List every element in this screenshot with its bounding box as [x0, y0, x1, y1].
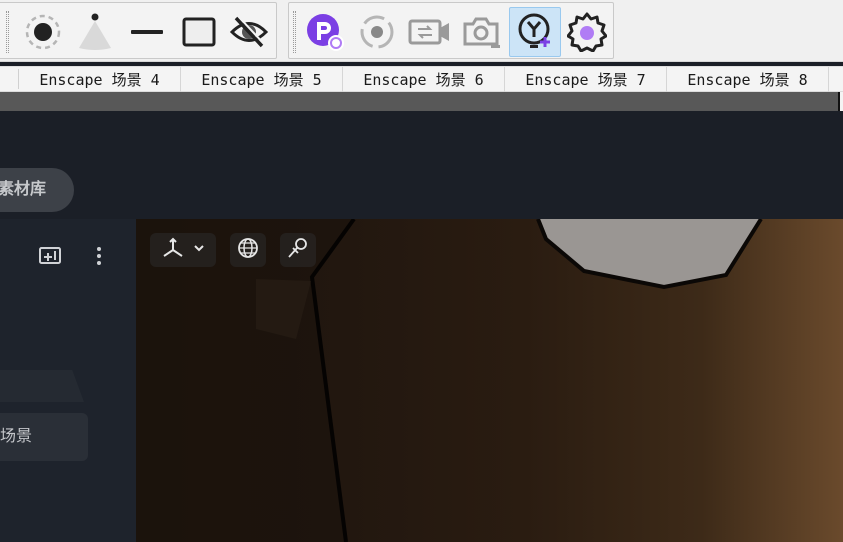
spot-light-button[interactable] [69, 7, 121, 57]
settings-gear-icon [567, 12, 607, 52]
scene-tab-6[interactable]: Enscape 场景 6 [343, 67, 505, 92]
line-light-icon [127, 12, 167, 52]
scene-tab-4[interactable]: Enscape 场景 4 [19, 67, 181, 92]
toolbar-grip[interactable] [293, 11, 296, 53]
left-panel: 场景 [0, 219, 136, 542]
plugin-sync-button[interactable] [299, 7, 351, 57]
rectangle-light-button[interactable] [173, 7, 225, 57]
add-screen-button[interactable] [38, 245, 64, 272]
plugin-sync-icon [305, 12, 345, 52]
host-viewport-strip [0, 92, 838, 111]
enscape-tools-group [288, 2, 614, 59]
render-viewport[interactable] [136, 219, 843, 542]
globe-icon [237, 237, 259, 264]
globe-button[interactable] [230, 233, 266, 267]
screenshot-button[interactable] [455, 7, 507, 57]
scene-list-item[interactable]: 场景 [0, 413, 88, 461]
hide-eye-icon [229, 12, 269, 52]
add-asset-button[interactable] [509, 7, 561, 57]
hide-button[interactable] [223, 7, 275, 57]
settings-button[interactable] [561, 7, 613, 57]
add-asset-icon [515, 12, 555, 52]
asset-library-button[interactable]: 素材库 [0, 168, 74, 212]
toolbar-grip[interactable] [6, 11, 9, 53]
scene-tab-7[interactable]: Enscape 场景 7 [505, 67, 667, 92]
scene-tabs-bar: Enscape 场景 4 Enscape 场景 5 Enscape 场景 6 E… [0, 66, 843, 92]
chevron-down-icon [193, 241, 205, 259]
light-tools-group [0, 2, 277, 59]
axis-gizmo-dropdown[interactable] [150, 233, 216, 267]
enscape-toolbar [0, 0, 843, 62]
probe-button[interactable] [280, 233, 316, 267]
add-screen-icon [38, 245, 64, 272]
orbit-button[interactable] [351, 7, 403, 57]
screenshot-icon [461, 12, 501, 52]
rectangle-light-icon [179, 12, 219, 52]
probe-icon [286, 236, 310, 265]
panel-section-tab[interactable] [0, 370, 84, 402]
point-light-icon [23, 12, 63, 52]
scene-render [136, 219, 763, 542]
scene-tab-5[interactable]: Enscape 场景 5 [181, 67, 343, 92]
point-light-button[interactable] [17, 7, 69, 57]
scene-tab-8[interactable]: Enscape 场景 8 [667, 67, 829, 92]
more-options-button[interactable] [91, 245, 107, 272]
spot-light-icon [75, 12, 115, 52]
video-editor-icon [407, 12, 451, 52]
axis-gizmo-icon [161, 236, 185, 265]
more-vertical-icon [91, 245, 107, 272]
app-header: 素材库 [0, 111, 843, 219]
orbit-icon [357, 12, 397, 52]
video-editor-button[interactable] [403, 7, 455, 57]
line-light-button[interactable] [121, 7, 173, 57]
